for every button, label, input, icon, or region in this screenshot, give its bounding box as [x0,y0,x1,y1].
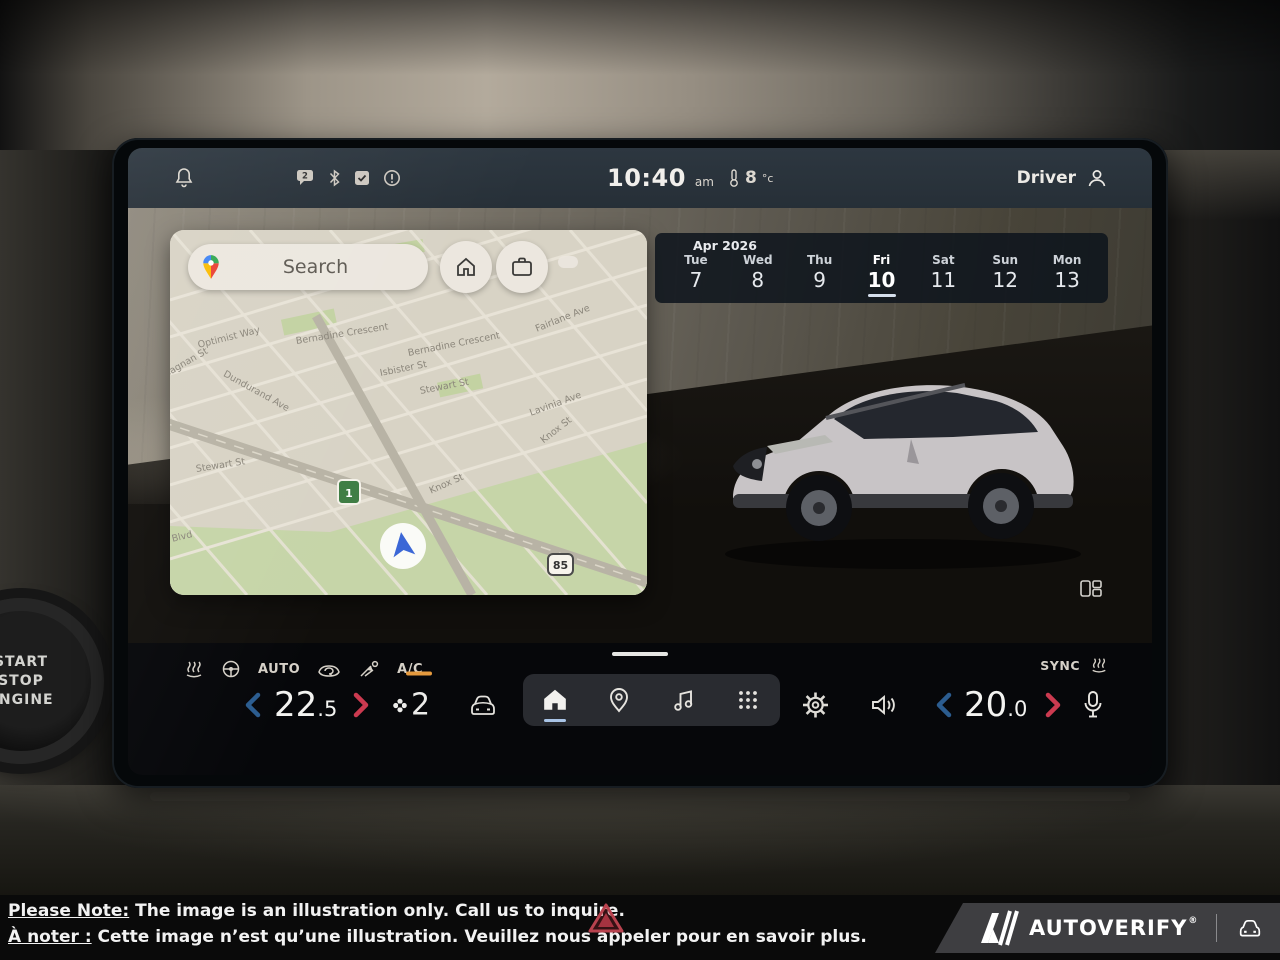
calendar-day[interactable]: Sat11 [912,253,974,299]
microphone-icon [1082,690,1104,720]
vehicle-settings-button[interactable] [466,692,500,718]
dock-apps-button[interactable] [716,674,780,726]
route-shield: 85 [548,554,573,575]
fan-level-bar [406,672,432,676]
search-label: Search [221,256,410,278]
heated-seat-right-icon[interactable] [1090,656,1108,674]
apps-grid-icon [736,688,760,712]
calendar-day[interactable]: Mon13 [1036,253,1098,299]
screen-lower-trim [150,792,1130,801]
home-screen: 1 85 Optimist Way Bernadine Crescent [128,208,1152,643]
map-search-field[interactable]: Search [188,244,428,290]
notifications-bell-icon[interactable] [174,167,194,189]
map-widget[interactable]: 1 85 Optimist Way Bernadine Crescent [170,230,647,595]
calendar-day-selected[interactable]: Fri10 [851,253,913,299]
map-work-shortcut-button[interactable] [496,241,548,293]
gear-icon [802,692,829,719]
climate-bar: AUTO A/C SYNC [128,643,1152,775]
map-small-chip [558,256,578,268]
dock-media-button[interactable] [652,674,716,726]
speaker-icon [870,693,898,717]
driver-profile-button[interactable]: Driver [1017,167,1108,189]
settings-button[interactable] [802,692,829,719]
dashboard-photo: START STOP ENGINE 2 [0,0,1280,960]
calendar-day[interactable]: Thu9 [789,253,851,299]
passenger-temp-up-button[interactable] [1044,691,1063,719]
thermometer-icon [728,168,740,188]
background-wall [0,0,1280,150]
map-pin-icon [608,687,630,713]
active-tab-indicator [544,719,566,722]
calendar-day[interactable]: Sun12 [974,253,1036,299]
navigation-arrow [380,523,426,569]
dock-navigation-button[interactable] [587,674,651,726]
svg-text:2: 2 [302,172,308,182]
bluetooth-icon[interactable] [328,169,341,187]
passenger-temperature: 20.0 [964,685,1027,725]
disclaimer-fr: À noter : Cette image n’est qu’une illus… [8,927,867,947]
widget-layout-icon[interactable] [1080,580,1102,597]
heated-seat-left-icon[interactable] [184,659,204,679]
calendar-day[interactable]: Wed8 [727,253,789,299]
trans-canada-shield: 1 [338,480,360,504]
app-dock [523,674,780,726]
update-check-icon[interactable] [354,170,370,186]
auto-climate-button[interactable]: AUTO [258,662,300,677]
driver-temp-up-button[interactable] [352,691,371,719]
air-direction-icon[interactable] [358,659,380,679]
calendar-day[interactable]: Tue7 [665,253,727,299]
display: 2 10:40 am [128,148,1152,775]
volume-button[interactable] [870,693,898,717]
passenger-temp-down-button[interactable] [934,691,953,719]
footer-strip: Please Note: The image is an illustratio… [0,895,1280,960]
map-home-shortcut-button[interactable] [440,241,492,293]
calendar-month: Apr 2026 [693,238,757,253]
messages-icon[interactable]: 2 [296,169,315,187]
hazard-light-button[interactable] [588,902,624,934]
driver-temperature: 22.5 [274,685,337,725]
sync-button[interactable]: SYNC [1040,658,1080,673]
autoverify-brand: AUTOVERIFY® [1029,916,1198,940]
drag-handle[interactable] [612,652,668,656]
autoverify-banner: AUTOVERIFY® [935,903,1280,953]
music-note-icon [672,688,696,712]
voice-assistant-button[interactable] [1082,690,1104,720]
status-bar: 2 10:40 am [128,148,1152,208]
dock-home-button[interactable] [523,674,587,726]
calendar-widget[interactable]: Apr 2026 Tue7 Wed8 Thu9 Fri10 Sat11 Sun1… [655,233,1108,303]
fan-icon [392,697,408,713]
clock: 10:40 am [607,164,714,192]
outside-temperature: 8 °c [728,168,773,188]
dashboard-lower [0,785,1280,895]
autoverify-logo-icon [977,910,1019,946]
info-alert-icon[interactable] [383,169,401,187]
disclaimer-en: Please Note: The image is an illustratio… [8,901,625,921]
recirculation-icon[interactable] [317,660,341,678]
car-icon [1235,917,1265,939]
google-maps-pin-icon [201,253,221,281]
home-icon [542,688,568,712]
background-wall-right [1160,150,1280,220]
driver-temp-down-button[interactable] [243,691,262,719]
home-icon [454,255,478,279]
infotainment-screen: 2 10:40 am [112,138,1168,788]
user-icon [1086,167,1108,189]
briefcase-icon [510,256,534,278]
svg-text:85: 85 [553,559,568,572]
heated-steering-icon[interactable] [221,659,241,679]
vehicle-image [703,336,1103,586]
svg-text:1: 1 [345,487,353,500]
banner-divider [1216,914,1217,942]
